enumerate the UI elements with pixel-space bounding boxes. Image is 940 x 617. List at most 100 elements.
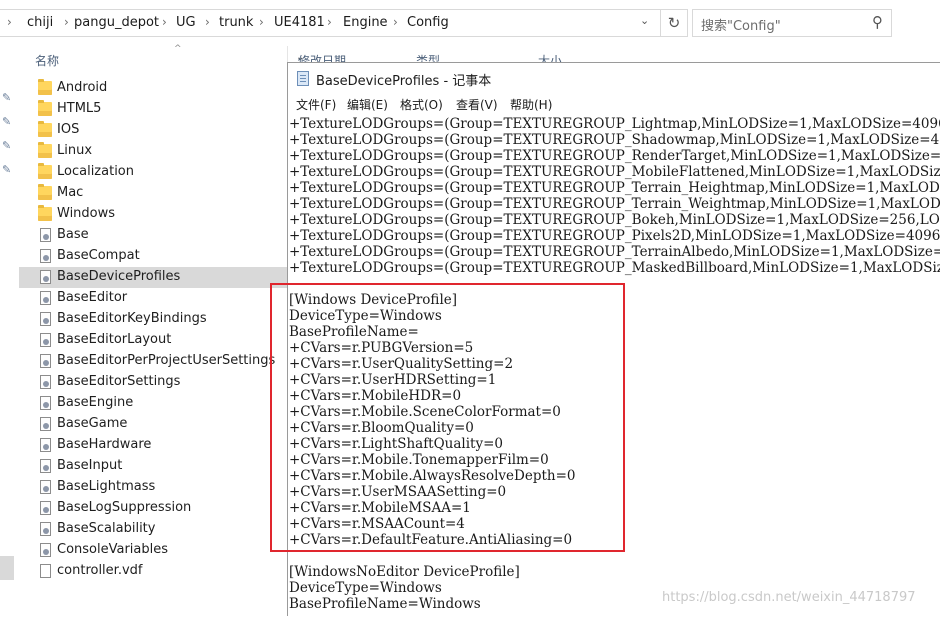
file-list-item[interactable]: BaseEditorPerProjectUserSettings <box>19 351 287 372</box>
file-list-item[interactable]: BaseEditorSettings <box>19 372 287 393</box>
window-title: BaseDeviceProfiles - 记事本 <box>316 74 492 89</box>
watermark: https://blog.csdn.net/weixin_44718797 <box>662 590 916 605</box>
breadcrumb-engine[interactable]: Engine <box>343 15 388 30</box>
file-list-item[interactable]: BaseEditorKeyBindings <box>19 309 287 330</box>
text-line: +CVars=r.MSAACount=4 <box>289 516 465 532</box>
config-file-icon <box>40 396 51 410</box>
notepad-title-bar[interactable]: BaseDeviceProfiles - 记事本 <box>288 63 940 93</box>
file-name: controller.vdf <box>57 563 143 578</box>
breadcrumb-separator-icon[interactable]: › <box>162 15 167 29</box>
file-list-item[interactable]: BaseCompat <box>19 246 287 267</box>
file-list-item[interactable]: controller.vdf <box>19 561 287 582</box>
file-list-item[interactable]: Mac <box>19 183 287 204</box>
menu-bar: 文件(F) 编辑(E) 格式(O) 查看(V) 帮助(H) <box>288 94 940 114</box>
file-list-item[interactable]: BaseLogSuppression <box>19 498 287 519</box>
search-icon: ⚲ <box>872 13 883 31</box>
file-list-item[interactable]: Windows <box>19 204 287 225</box>
menu-view[interactable]: 查看(V) <box>456 96 498 113</box>
file-name: BaseGame <box>57 416 128 431</box>
breadcrumb-separator-icon[interactable]: › <box>7 15 12 29</box>
text-line: +CVars=r.Mobile.TonemapperFilm=0 <box>289 452 549 468</box>
file-name: BaseEditorSettings <box>57 374 181 389</box>
sort-ascending-icon: ^ <box>174 44 182 54</box>
text-line: [WindowsNoEditor DeviceProfile] <box>289 564 520 580</box>
file-name: Linux <box>57 143 93 158</box>
file-name: ConsoleVariables <box>57 542 169 557</box>
text-line: +TextureLODGroups=(Group=TEXTUREGROUP_Ma… <box>289 260 940 276</box>
breadcrumb-trunk[interactable]: trunk <box>219 15 253 30</box>
file-name: HTML5 <box>57 101 102 116</box>
text-line: +CVars=r.UserMSAASetting=0 <box>289 484 507 500</box>
file-list-item[interactable]: IOS <box>19 120 287 141</box>
text-line: +CVars=r.Mobile.AlwaysResolveDepth=0 <box>289 468 576 484</box>
file-list-item[interactable]: Android <box>19 78 287 99</box>
text-editor[interactable]: +TextureLODGroups=(Group=TEXTUREGROUP_Li… <box>288 114 940 617</box>
folder-icon <box>38 205 52 221</box>
folder-icon <box>38 121 52 137</box>
file-list-item[interactable]: BaseDeviceProfiles <box>19 267 287 288</box>
file-icon <box>40 564 51 578</box>
refresh-button[interactable]: ↻ <box>660 9 688 37</box>
menu-edit[interactable]: 编辑(E) <box>347 96 388 113</box>
breadcrumb-chiji[interactable]: chiji <box>27 15 53 30</box>
text-line: +TextureLODGroups=(Group=TEXTUREGROUP_Sh… <box>289 132 940 148</box>
file-list-item[interactable]: BaseScalability <box>19 519 287 540</box>
file-list: Android HTML5 IOS Linux Localization Mac Windo… <box>19 78 287 582</box>
file-list-item[interactable]: BaseEditorLayout <box>19 330 287 351</box>
breadcrumb-separator-icon[interactable]: › <box>393 15 398 29</box>
file-list-item[interactable]: Localization <box>19 162 287 183</box>
file-list-item[interactable]: BaseEditor <box>19 288 287 309</box>
config-file-icon <box>40 459 51 473</box>
file-list-item[interactable]: ConsoleVariables <box>19 540 287 561</box>
chevron-down-icon[interactable]: ⌄ <box>640 14 649 27</box>
file-name: Windows <box>57 206 116 221</box>
notepad-window: BaseDeviceProfiles - 记事本 文件(F) 编辑(E) 格式(… <box>287 62 940 616</box>
text-line: DeviceType=Windows <box>289 580 442 596</box>
text-line: DeviceType=Windows <box>289 308 442 324</box>
text-line: +CVars=r.Mobile.SceneColorFormat=0 <box>289 404 561 420</box>
folder-icon <box>38 142 52 158</box>
file-name: BaseScalability <box>57 521 156 536</box>
file-list-item[interactable]: HTML5 <box>19 99 287 120</box>
navigation-scroll-indicator[interactable] <box>0 556 14 580</box>
file-list-item[interactable]: Base <box>19 225 287 246</box>
file-name: BaseEditorLayout <box>57 332 172 347</box>
breadcrumb-pangu-depot[interactable]: pangu_depot <box>74 15 159 30</box>
menu-file[interactable]: 文件(F) <box>296 96 336 113</box>
breadcrumb-separator-icon[interactable]: › <box>64 15 69 29</box>
address-bar[interactable]: › chiji › pangu_depot › UG › trunk › UE4… <box>0 9 665 37</box>
file-list-item[interactable]: BaseGame <box>19 414 287 435</box>
config-file-icon <box>40 522 51 536</box>
file-name: BaseCompat <box>57 248 140 263</box>
file-list-item[interactable]: BaseInput <box>19 456 287 477</box>
menu-format[interactable]: 格式(O) <box>400 96 443 113</box>
text-line: +TextureLODGroups=(Group=TEXTUREGROUP_Pi… <box>289 228 940 244</box>
file-name: Mac <box>57 185 84 200</box>
config-file-icon <box>40 417 51 431</box>
breadcrumb-separator-icon[interactable]: › <box>259 15 264 29</box>
folder-icon <box>38 79 52 95</box>
breadcrumb-ue4181[interactable]: UE4181 <box>274 15 325 30</box>
file-list-item[interactable]: BaseEngine <box>19 393 287 414</box>
config-file-icon <box>40 249 51 263</box>
refresh-icon: ↻ <box>667 14 681 32</box>
file-name: BaseEngine <box>57 395 134 410</box>
search-placeholder: 搜索"Config" <box>701 19 781 34</box>
menu-help[interactable]: 帮助(H) <box>510 96 552 113</box>
config-file-icon <box>40 543 51 557</box>
breadcrumb-config[interactable]: Config <box>407 15 449 30</box>
column-name[interactable]: 名称 <box>35 52 59 69</box>
breadcrumb-ug[interactable]: UG <box>176 15 196 30</box>
breadcrumb-separator-icon[interactable]: › <box>327 15 332 29</box>
search-input[interactable]: 搜索"Config" ⚲ <box>692 9 892 37</box>
config-file-icon <box>40 333 51 347</box>
text-line: +TextureLODGroups=(Group=TEXTUREGROUP_Te… <box>289 196 940 212</box>
breadcrumb-separator-icon[interactable]: › <box>205 15 210 29</box>
file-list-item[interactable]: BaseLightmass <box>19 477 287 498</box>
text-line: +CVars=r.MobileHDR=0 <box>289 388 462 404</box>
file-name: BaseEditor <box>57 290 128 305</box>
navigation-pane-edge: ✎ ✎ ✎ ✎ <box>0 46 19 616</box>
file-list-item[interactable]: BaseHardware <box>19 435 287 456</box>
folder-icon <box>38 100 52 116</box>
file-list-item[interactable]: Linux <box>19 141 287 162</box>
